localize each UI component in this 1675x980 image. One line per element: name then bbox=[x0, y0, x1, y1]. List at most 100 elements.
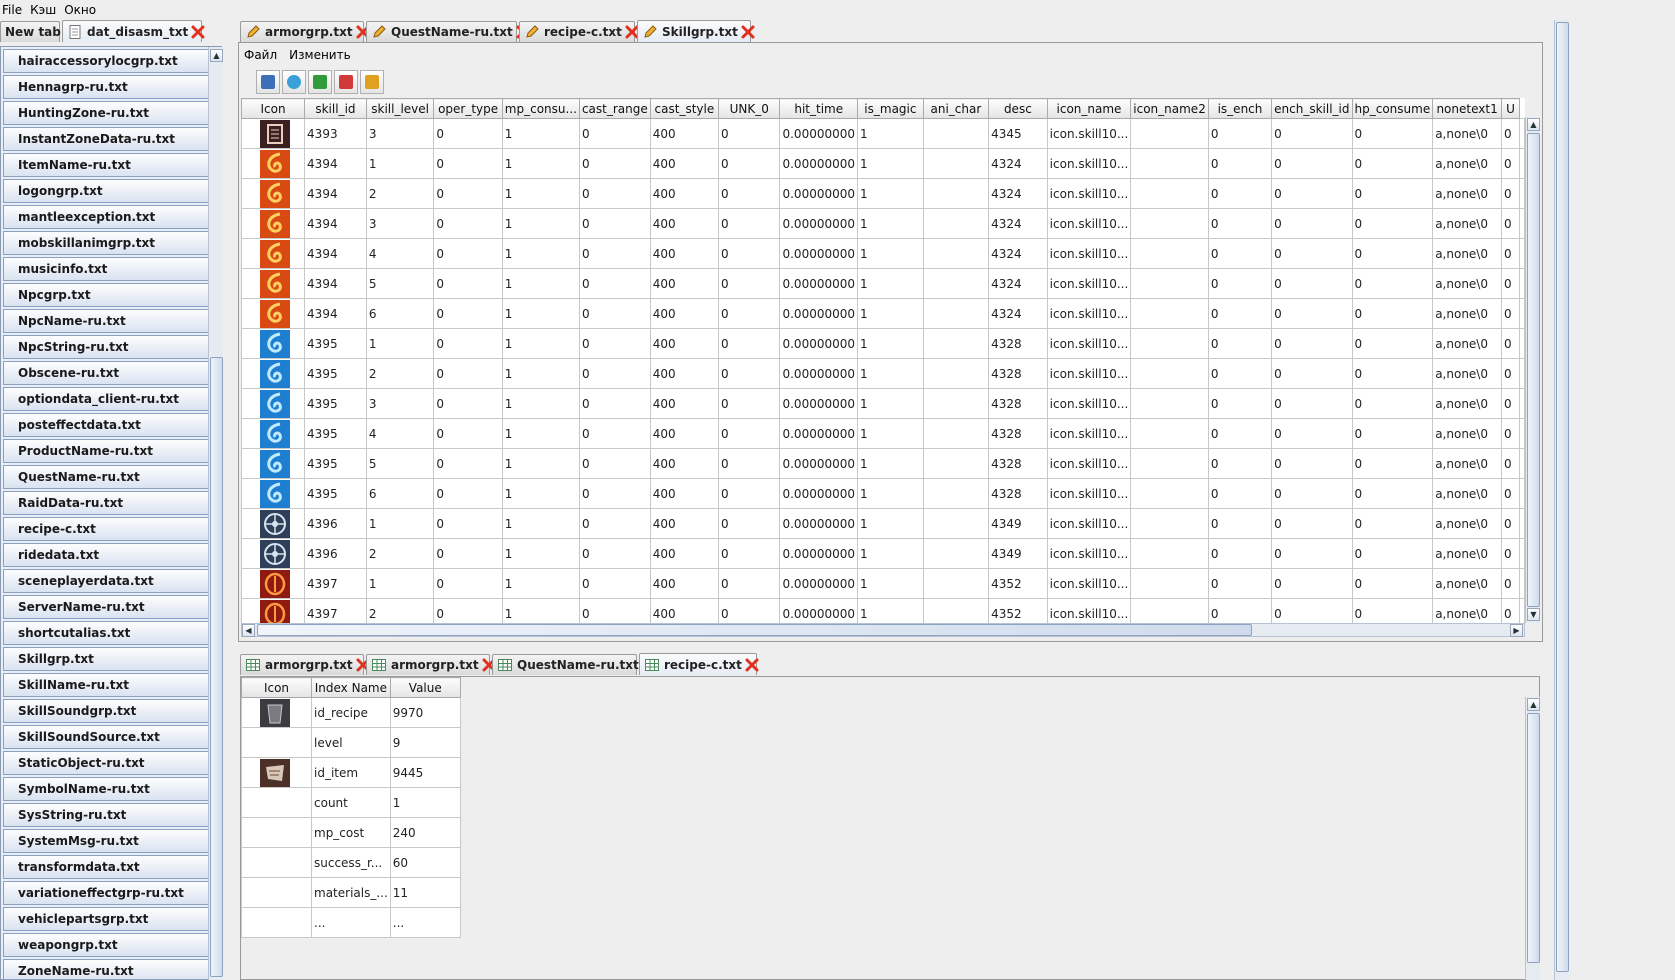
table-cell[interactable]: 0.00000000 bbox=[779, 328, 859, 359]
table-cell[interactable]: icon.skill10... bbox=[1046, 448, 1132, 479]
table-cell[interactable]: 0 bbox=[578, 478, 651, 509]
table-cell[interactable]: icon.skill10... bbox=[1046, 118, 1132, 149]
table-cell[interactable]: a,none\0 bbox=[1432, 148, 1502, 179]
table-cell[interactable] bbox=[922, 478, 990, 509]
table-cell[interactable]: icon.skill10... bbox=[1046, 358, 1132, 389]
table-cell[interactable]: a,none\0 bbox=[1432, 268, 1502, 299]
index-name-cell[interactable]: level bbox=[311, 727, 391, 758]
table-cell[interactable]: 1 bbox=[501, 178, 580, 209]
table-cell[interactable]: 0 bbox=[433, 508, 503, 539]
table-cell[interactable]: 0 bbox=[1351, 598, 1434, 623]
table-cell[interactable]: 0 bbox=[578, 448, 651, 479]
table-cell[interactable]: 0 bbox=[1207, 148, 1273, 179]
table-row[interactable]: 4396 1 0 1 0 400 0 0.00000000 1 4349 icon.skill10.… bbox=[241, 508, 1525, 539]
file-item[interactable]: SymbolName-ru.txt bbox=[3, 777, 209, 801]
table-cell[interactable]: 0.00000000 bbox=[779, 208, 859, 239]
column-header[interactable]: skill_id bbox=[304, 98, 367, 119]
table-cell[interactable]: 0 bbox=[1351, 358, 1434, 389]
table-cell[interactable]: 0 bbox=[1500, 358, 1521, 389]
file-item[interactable]: transformdata.txt bbox=[3, 855, 209, 879]
table-cell[interactable]: 0 bbox=[433, 118, 503, 149]
table-cell[interactable]: 1 bbox=[501, 598, 580, 623]
table-cell[interactable]: a,none\0 bbox=[1432, 208, 1502, 239]
table-cell[interactable]: 0 bbox=[1351, 238, 1434, 269]
table-cell[interactable]: 4394 bbox=[304, 178, 367, 209]
table-cell[interactable]: 0 bbox=[1271, 418, 1353, 449]
table-cell[interactable]: 1 bbox=[857, 538, 924, 569]
file-item[interactable]: SkillSoundgrp.txt bbox=[3, 699, 209, 723]
detail-row[interactable]: id_recipe 9970 bbox=[241, 697, 461, 728]
table-cell[interactable] bbox=[1130, 358, 1209, 389]
table-cell[interactable]: 1 bbox=[501, 478, 580, 509]
table-cell[interactable]: 400 bbox=[649, 538, 720, 569]
table-cell[interactable]: 0.00000000 bbox=[779, 238, 859, 269]
file-item[interactable]: ridedata.txt bbox=[3, 543, 209, 567]
table-cell[interactable]: 1 bbox=[501, 418, 580, 449]
table-cell[interactable]: 1 bbox=[857, 508, 924, 539]
table-cell[interactable]: 0 bbox=[1207, 388, 1273, 419]
table-cell[interactable]: 0 bbox=[1351, 538, 1434, 569]
table-cell[interactable]: 400 bbox=[649, 568, 720, 599]
table-cell[interactable]: 5 bbox=[365, 448, 435, 479]
table-cell[interactable]: 4394 bbox=[304, 268, 367, 299]
table-cell[interactable]: 0 bbox=[1207, 208, 1273, 239]
table-cell[interactable]: 0 bbox=[1207, 268, 1273, 299]
table-cell[interactable]: 0 bbox=[1207, 568, 1273, 599]
editor-menu-file[interactable]: Файл bbox=[244, 48, 277, 62]
table-cell[interactable]: a,none\0 bbox=[1432, 598, 1502, 623]
column-header[interactable]: oper_type bbox=[433, 98, 503, 119]
table-cell[interactable]: 0 bbox=[578, 238, 651, 269]
table-cell[interactable]: 1 bbox=[501, 238, 580, 269]
table-cell[interactable]: 0 bbox=[1500, 118, 1521, 149]
table-cell[interactable]: 0 bbox=[1351, 148, 1434, 179]
table-cell[interactable]: a,none\0 bbox=[1432, 298, 1502, 329]
table-cell[interactable]: 0 bbox=[433, 298, 503, 329]
table-cell[interactable]: 0 bbox=[578, 208, 651, 239]
table-cell[interactable]: 0 bbox=[717, 118, 781, 149]
table-cell[interactable]: 0.00000000 bbox=[779, 268, 859, 299]
table-cell[interactable]: 0 bbox=[433, 328, 503, 359]
table-cell[interactable]: 0 bbox=[717, 568, 781, 599]
table-cell[interactable]: 4324 bbox=[988, 238, 1048, 269]
table-cell[interactable]: 3 bbox=[365, 208, 435, 239]
tab-0[interactable]: armorgrp.txt bbox=[240, 654, 370, 675]
editor-menu-edit[interactable]: Изменить bbox=[289, 48, 351, 62]
file-item[interactable]: optiondata_client-ru.txt bbox=[3, 387, 209, 411]
table-cell[interactable]: 0 bbox=[717, 418, 781, 449]
table-cell[interactable]: icon.skill10... bbox=[1046, 148, 1132, 179]
file-item[interactable]: Npcgrp.txt bbox=[3, 283, 209, 307]
table-cell[interactable]: 0 bbox=[433, 568, 503, 599]
table-cell[interactable]: 4395 bbox=[304, 418, 367, 449]
file-item[interactable]: Hennagrp-ru.txt bbox=[3, 75, 209, 99]
table-cell[interactable]: 0 bbox=[1351, 418, 1434, 449]
save-button[interactable] bbox=[256, 70, 280, 94]
table-cell[interactable]: 0 bbox=[1500, 238, 1521, 269]
table-cell[interactable]: 4397 bbox=[304, 598, 367, 623]
table-row[interactable]: 4397 1 0 1 0 400 0 0.00000000 1 4352 icon.skill10.… bbox=[241, 568, 1525, 599]
file-item[interactable]: ProductName-ru.txt bbox=[3, 439, 209, 463]
detail-vscrollbar[interactable]: ▲ bbox=[1525, 697, 1540, 980]
table-cell[interactable]: 0 bbox=[1351, 388, 1434, 419]
column-header[interactable]: hit_time bbox=[779, 98, 859, 119]
table-cell[interactable]: 4352 bbox=[988, 598, 1048, 623]
table-cell[interactable]: 0 bbox=[578, 328, 651, 359]
table-cell[interactable]: icon.skill10... bbox=[1046, 568, 1132, 599]
table-cell[interactable]: 400 bbox=[649, 598, 720, 623]
file-item[interactable]: HuntingZone-ru.txt bbox=[3, 101, 209, 125]
table-cell[interactable]: 0 bbox=[433, 358, 503, 389]
table-cell[interactable]: 1 bbox=[857, 118, 924, 149]
index-name-cell[interactable]: ... bbox=[311, 907, 391, 938]
table-cell[interactable]: 0 bbox=[1271, 388, 1353, 419]
table-cell[interactable]: 0 bbox=[1500, 268, 1521, 299]
table-cell[interactable]: 0 bbox=[1351, 208, 1434, 239]
table-cell[interactable]: 0.00000000 bbox=[779, 598, 859, 623]
table-cell[interactable]: 0 bbox=[717, 238, 781, 269]
table-cell[interactable]: 0 bbox=[1351, 508, 1434, 539]
window-vscrollbar[interactable] bbox=[1554, 20, 1569, 980]
table-cell[interactable]: 0 bbox=[578, 538, 651, 569]
table-cell[interactable]: 0 bbox=[578, 148, 651, 179]
file-item[interactable]: NpcString-ru.txt bbox=[3, 335, 209, 359]
table-cell[interactable]: 1 bbox=[501, 118, 580, 149]
file-item[interactable]: Obscene-ru.txt bbox=[3, 361, 209, 385]
table-cell[interactable]: 0 bbox=[1271, 538, 1353, 569]
